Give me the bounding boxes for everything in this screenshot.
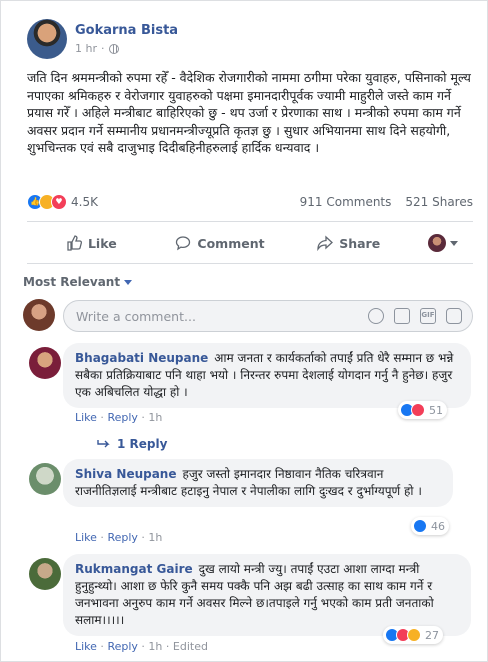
comment-reactions-count: 46 [431,519,445,533]
replies-count: 1 Reply [117,437,168,451]
comment-reactions[interactable]: 46 [411,517,449,535]
share-button[interactable]: Share [284,235,413,251]
like-reaction-icon [413,519,427,533]
commenter-avatar[interactable] [29,347,61,379]
share-as-selector[interactable] [413,234,473,252]
gif-icon[interactable]: GIF [420,308,436,324]
comment-sort-dropdown[interactable]: Most Relevant [23,275,133,289]
comment-reactions-count: 51 [429,403,443,417]
comment-actions: Like · Reply · 1h · Edited [75,640,208,653]
comment-bubble: Bhagabati Neupane आम जनता र कार्यकर्ताको … [63,343,471,408]
reply-arrow-icon [97,440,110,448]
post-meta: 1 hr · [75,42,119,55]
comment-reactions[interactable]: 27 [383,626,443,644]
sort-label: Most Relevant [23,275,121,289]
comment-bubble: Shiva Neupane हजुर जस्तो इमानदार निष्ठावा… [63,459,453,507]
meta-separator: · [101,42,105,55]
author-avatar[interactable] [27,19,67,59]
comment-time[interactable]: 1h [148,640,162,653]
comment-like-link[interactable]: Like [75,640,97,653]
viewer-avatar [428,234,447,252]
haha-reaction-icon [407,628,421,642]
comment-input-tools: GIF [368,308,462,324]
comment-like-link[interactable]: Like [75,411,97,424]
comment-input-placeholder: Write a comment... [76,308,196,324]
comment-time[interactable]: 1h [148,411,162,424]
post-card: Gokarna Bista 1 hr · जति दिन श्रममन्त्री… [0,0,488,662]
comment-reply-link[interactable]: Reply [107,411,137,424]
comment-edited-label[interactable]: Edited [173,640,208,653]
reactions-count[interactable]: 4.5K [71,195,98,209]
globe-icon [108,43,119,54]
post-author-name[interactable]: Gokarna Bista [75,23,178,38]
sticker-icon[interactable] [446,308,462,324]
comment-item: Rukmangat Gaire दुख लायो मन्त्री ज्यु। तप… [23,554,473,659]
comment-reply-link[interactable]: Reply [107,640,137,653]
commenter-avatar[interactable] [29,558,61,590]
comment-bubble: Rukmangat Gaire दुख लायो मन्त्री ज्यु। तप… [63,554,471,636]
comment-button[interactable]: Comment [156,235,285,251]
commenter-avatar[interactable] [29,463,61,495]
commenter-name[interactable]: Shiva Neupane [75,467,177,481]
comment-reactions-count: 27 [425,628,439,642]
chevron-down-icon [124,279,133,285]
comment-reply-link[interactable]: Reply [107,531,137,544]
comment-item: Shiva Neupane हजुर जस्तो इमानदार निष्ठावा… [23,459,473,545]
comment-label: Comment [197,235,265,251]
shares-count[interactable]: 521 Shares [405,195,473,209]
post-stats: 👍 ♥ 4.5K 911 Comments 521 Shares [27,192,473,212]
post-text: जति दिन श्रममन्त्रीको रुपमा रहेँ - वैदेश… [27,70,471,155]
thumbs-up-icon [67,235,82,251]
share-label: Share [339,235,381,251]
emoji-icon[interactable] [368,308,384,324]
comment-item: Bhagabati Neupane आम जनता र कार्यकर्ताको … [23,343,473,451]
write-comment-row: Write a comment... GIF [23,299,473,333]
love-reaction-icon [411,403,425,417]
comments-count[interactable]: 911 Comments [300,195,392,209]
viewer-avatar [23,299,55,331]
like-button[interactable]: Like [27,235,156,251]
camera-icon[interactable] [394,308,410,324]
comment-input[interactable]: Write a comment... GIF [63,300,473,332]
commenter-name[interactable]: Bhagabati Neupane [75,351,208,365]
comment-icon [176,236,191,251]
post-header: Gokarna Bista 1 hr · [27,19,467,59]
view-replies-link[interactable]: 1 Reply [97,437,167,451]
comment-like-link[interactable]: Like [75,531,97,544]
share-icon [317,235,334,251]
post-time[interactable]: 1 hr [75,42,97,55]
comment-actions: Like · Reply · 1h [75,531,163,544]
post-actions: Like Comment Share [27,225,473,261]
divider [27,263,473,264]
chevron-down-icon [450,240,459,246]
love-reaction-icon[interactable]: ♥ [51,194,67,210]
divider [27,221,473,222]
like-label: Like [87,235,117,251]
comment-time[interactable]: 1h [148,531,162,544]
comment-actions: Like · Reply · 1h [75,411,163,424]
comment-reactions[interactable]: 51 [398,401,447,419]
commenter-name[interactable]: Rukmangat Gaire [75,562,193,576]
